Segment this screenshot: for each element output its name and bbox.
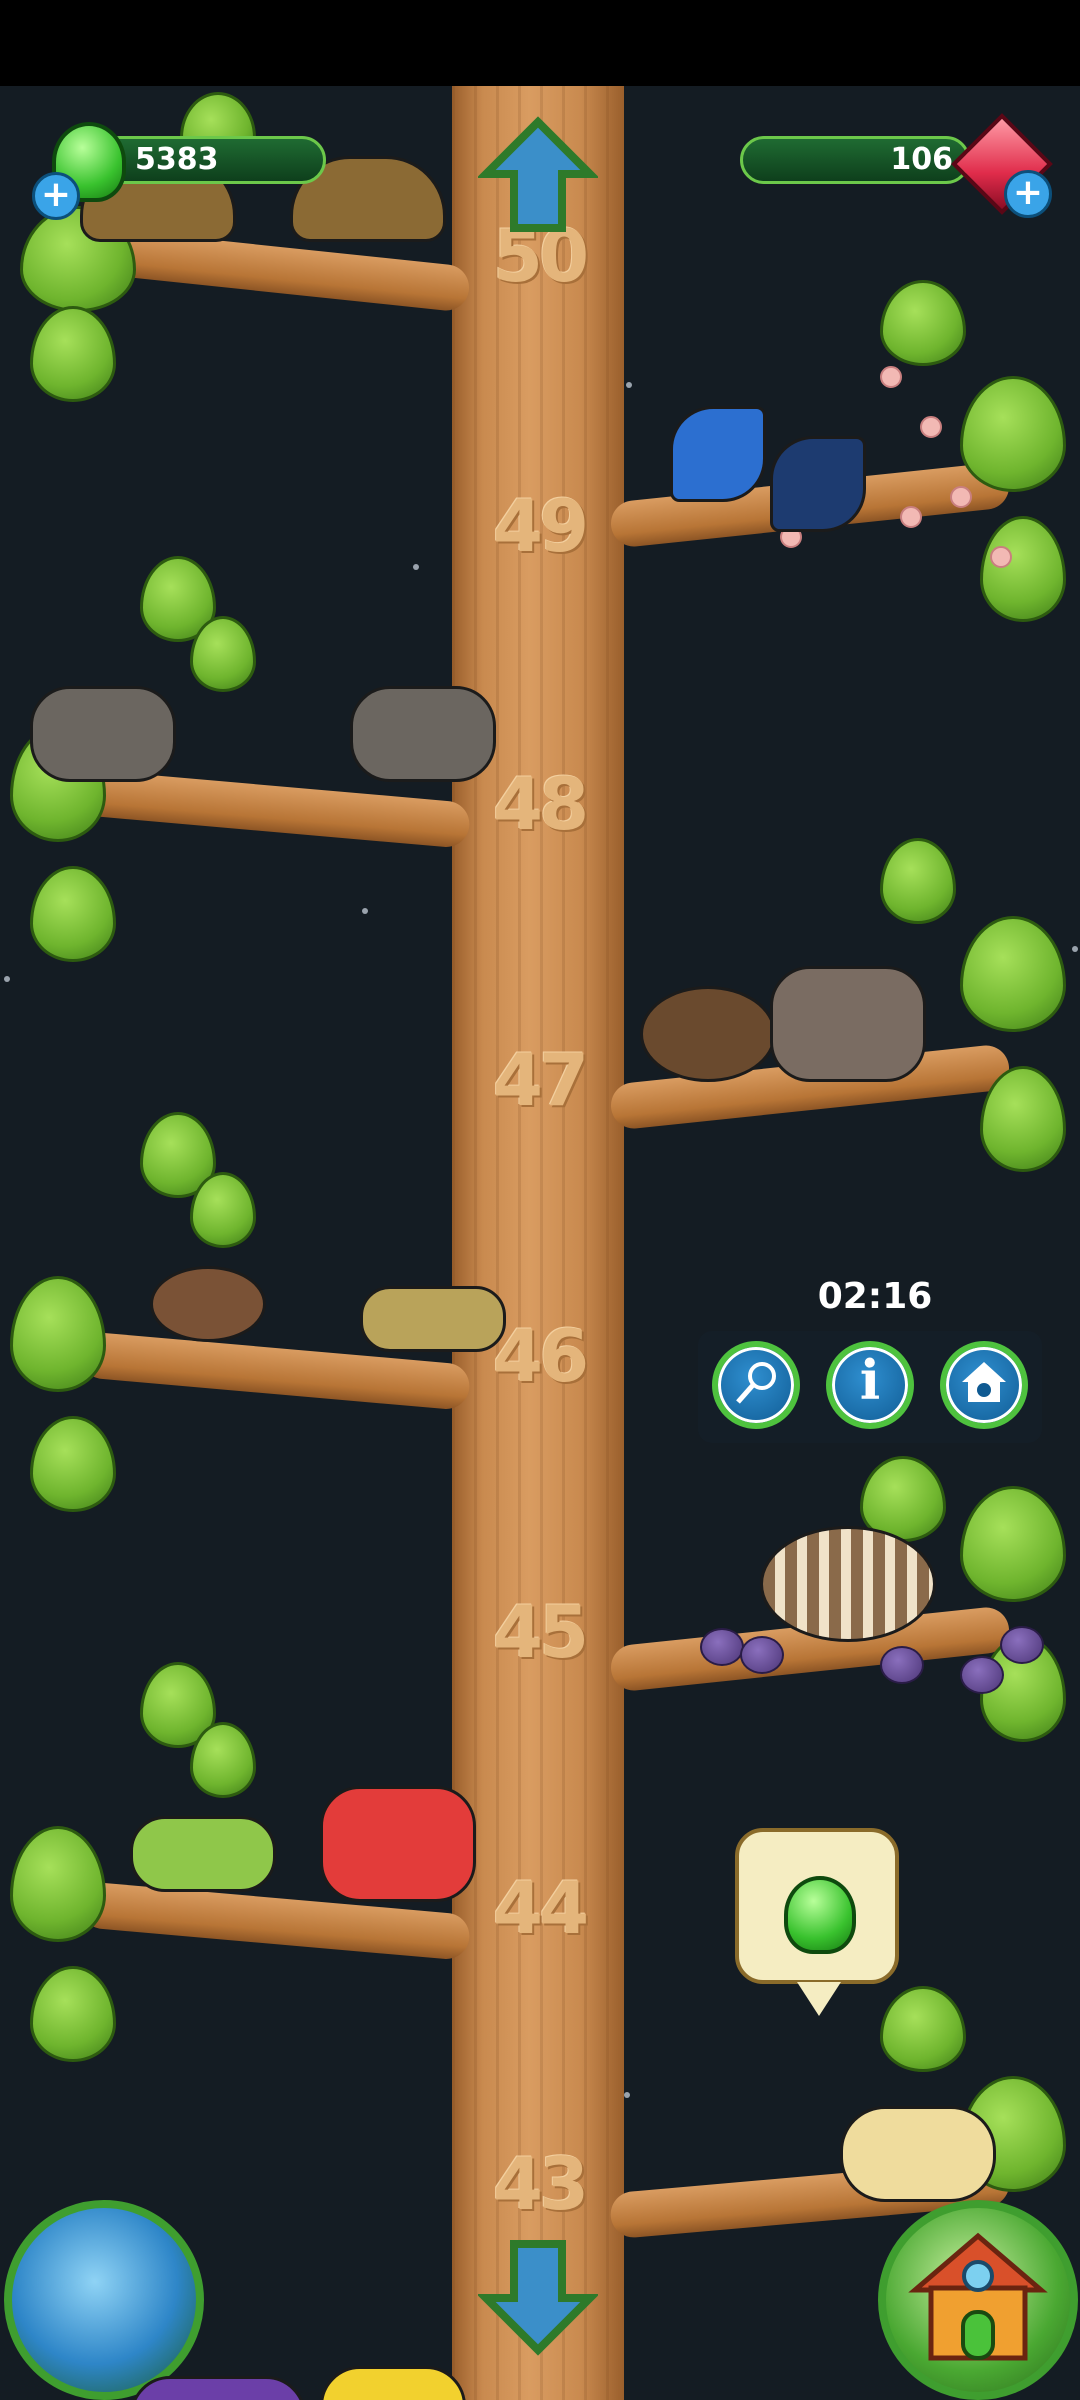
level-number: 49 xyxy=(492,484,589,568)
blossom xyxy=(950,486,972,508)
blossom xyxy=(880,366,902,388)
gem-counter-bar: 106 xyxy=(740,136,970,184)
leaf-cluster xyxy=(190,1172,256,1248)
plum xyxy=(960,1656,1004,1694)
info-glyph-icon: i xyxy=(859,1348,881,1412)
star xyxy=(1072,946,1078,952)
leaf-cluster xyxy=(190,1722,256,1798)
leaf-cluster xyxy=(10,1826,106,1942)
leaf-cluster xyxy=(30,866,116,962)
leaf-cluster xyxy=(960,376,1066,492)
rabbit[interactable] xyxy=(840,2106,996,2202)
leaf-cluster xyxy=(880,838,956,924)
butterfly[interactable] xyxy=(670,406,766,502)
green-jelly-reward-icon xyxy=(784,1876,856,1954)
house-building-icon xyxy=(908,2232,1048,2361)
mallard-duck[interactable] xyxy=(150,1266,266,1342)
add-jelly-plus-icon[interactable]: + xyxy=(32,172,80,220)
leaf-cluster xyxy=(30,306,116,402)
tree-trunk xyxy=(452,86,624,2400)
star xyxy=(624,2092,630,2098)
leaf-cluster xyxy=(880,280,966,366)
plum xyxy=(700,1628,744,1666)
gem-count: 106 xyxy=(890,142,953,177)
level-number: 47 xyxy=(492,1038,589,1122)
wombat[interactable] xyxy=(640,986,776,1082)
reindeer[interactable] xyxy=(30,686,176,782)
star xyxy=(362,908,368,914)
reindeer[interactable] xyxy=(350,686,496,782)
grasshopper[interactable] xyxy=(130,1816,276,1892)
scroll-down-arrow-icon[interactable] xyxy=(478,2236,598,2356)
scroll-up-arrow-icon[interactable] xyxy=(478,116,598,236)
add-gem-plus-icon[interactable]: + xyxy=(1004,170,1052,218)
star xyxy=(626,382,632,388)
leaf-cluster xyxy=(30,1966,116,2062)
raptor[interactable] xyxy=(360,1286,506,1352)
level-number: 48 xyxy=(492,762,589,846)
blossom xyxy=(900,506,922,528)
star xyxy=(413,564,419,570)
star xyxy=(4,976,10,982)
timer-label: 02:16 xyxy=(817,1276,933,1317)
jelly-counter-bar: 5383 xyxy=(96,136,326,184)
globe-icon[interactable] xyxy=(4,2200,204,2400)
yellow-creature xyxy=(320,2366,466,2400)
leaf-cluster xyxy=(980,1066,1066,1172)
leaf-cluster xyxy=(960,1486,1066,1602)
leaf-cluster xyxy=(880,1986,966,2072)
lobster[interactable] xyxy=(320,1786,476,1902)
blossom xyxy=(990,546,1012,568)
plum xyxy=(740,1636,784,1674)
level-number: 45 xyxy=(492,1590,589,1674)
plum xyxy=(1000,1626,1044,1664)
purple-creature xyxy=(130,2376,306,2400)
plum xyxy=(880,1646,924,1684)
leaf-cluster xyxy=(10,1276,106,1392)
leaf-cluster xyxy=(190,616,256,692)
blossom xyxy=(920,416,942,438)
chimera-goat[interactable] xyxy=(770,966,926,1082)
house-glyph-icon xyxy=(962,1362,1006,1402)
butterfly[interactable] xyxy=(770,436,866,532)
jelly-count: 5383 xyxy=(135,142,219,177)
game-scene: 50 49 48 47 46 45 44 43 02:16 i xyxy=(0,86,1080,2400)
leaf-cluster xyxy=(960,916,1066,1032)
net-glyph-icon xyxy=(736,1362,776,1404)
lionfish[interactable] xyxy=(760,1526,936,1642)
leaf-cluster xyxy=(980,516,1066,622)
leaf-cluster xyxy=(30,1416,116,1512)
level-number: 44 xyxy=(492,1866,589,1950)
level-number: 43 xyxy=(492,2142,589,2226)
status-bar xyxy=(0,0,1080,86)
